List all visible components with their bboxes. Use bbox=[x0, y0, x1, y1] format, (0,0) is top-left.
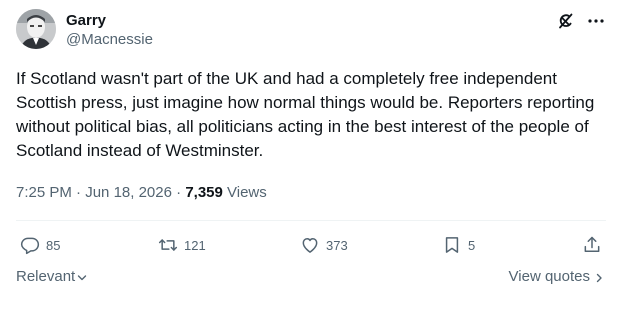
like-count: 373 bbox=[326, 237, 348, 253]
share-icon bbox=[584, 236, 600, 252]
bookmark-icon bbox=[445, 237, 459, 253]
views-count: 7,359 bbox=[185, 184, 223, 201]
replies-footer: Relevant View quotes bbox=[16, 268, 606, 288]
tweet-date[interactable]: Jun 18, 2026 bbox=[85, 184, 172, 201]
heart-icon bbox=[302, 238, 318, 253]
share-button[interactable] bbox=[582, 234, 608, 256]
sort-label: Relevant bbox=[16, 268, 76, 285]
retweet-count: 121 bbox=[184, 237, 206, 253]
bookmark-button[interactable]: 5 bbox=[442, 234, 475, 256]
meta-separator: · bbox=[171, 184, 186, 201]
author-name[interactable]: Garry bbox=[66, 11, 106, 31]
meta-separator: · bbox=[71, 184, 86, 201]
chevron-right-icon bbox=[596, 273, 602, 282]
sort-dropdown[interactable]: Relevant bbox=[16, 268, 87, 285]
like-button[interactable]: 373 bbox=[300, 234, 348, 256]
divider bbox=[16, 220, 606, 221]
reply-count: 85 bbox=[46, 237, 61, 253]
bookmark-count: 5 bbox=[468, 237, 476, 253]
more-icon[interactable] bbox=[586, 11, 606, 31]
retweet-button[interactable]: 121 bbox=[158, 234, 206, 256]
view-quotes-link[interactable]: View quotes bbox=[509, 268, 604, 285]
grok-icon[interactable] bbox=[556, 11, 576, 31]
tweet-meta: 7:25 PM · Jun 18, 2026 · 7,359 Views bbox=[16, 183, 267, 203]
avatar[interactable] bbox=[16, 9, 56, 49]
views-label: Views bbox=[222, 184, 267, 201]
chevron-down-icon bbox=[78, 274, 87, 280]
action-bar: 85 121 373 5 bbox=[16, 234, 606, 256]
tweet-time[interactable]: 7:25 PM bbox=[16, 184, 72, 201]
reply-icon bbox=[20, 237, 40, 255]
author-handle[interactable]: @Macnessie bbox=[66, 30, 153, 50]
tweet-text: If Scotland wasn't part of the UK and ha… bbox=[16, 69, 595, 160]
reply-button[interactable]: 85 bbox=[20, 234, 60, 256]
retweet-icon bbox=[158, 239, 178, 251]
view-quotes-label: View quotes bbox=[508, 268, 590, 285]
tweet-header: Garry @Macnessie bbox=[16, 9, 606, 59]
